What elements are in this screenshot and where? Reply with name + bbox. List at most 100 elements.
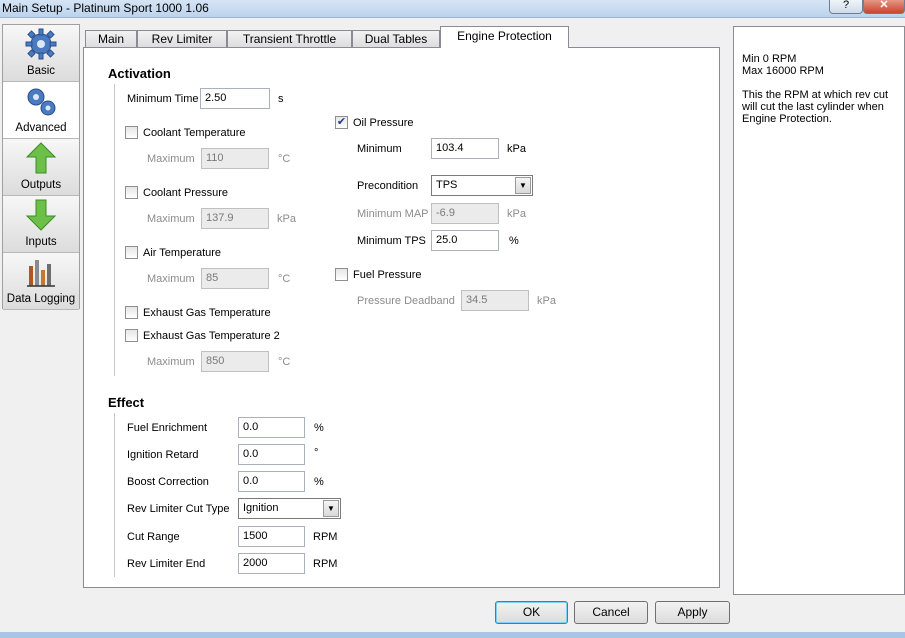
sidebar-item-label: Outputs (20, 179, 62, 191)
cut-range-input[interactable]: 1500 (238, 526, 305, 547)
deadband-unit: kPa (537, 295, 556, 307)
sidebar: Basic Advanced Outputs Inputs Data Loggi… (2, 24, 80, 310)
deadband-label: Pressure Deadband (357, 295, 455, 307)
data-logging-icon (27, 260, 55, 287)
sidebar-item-inputs[interactable]: Inputs (3, 196, 79, 253)
egt2-max-input[interactable]: 850 (201, 351, 269, 372)
fuel-enrichment-label: Fuel Enrichment (127, 422, 208, 434)
egt2-label: Exhaust Gas Temperature 2 (143, 330, 280, 342)
min-time-label: Minimum Time (127, 93, 199, 105)
min-tps-label: Minimum TPS (357, 235, 426, 247)
min-time-input[interactable]: 2.50 (200, 88, 270, 109)
coolant-temp-max-label: Maximum (147, 153, 195, 165)
rev-limiter-end-unit: RPM (313, 558, 338, 570)
info-description: This the RPM at which rev cut will cut t… (742, 89, 889, 125)
precondition-select[interactable]: TPS ▼ (431, 175, 533, 196)
fuel-enrichment-unit: % (314, 422, 324, 434)
coolant-pressure-max-input[interactable]: 137.9 (201, 208, 269, 229)
sidebar-item-advanced[interactable]: Advanced (3, 82, 79, 139)
fuel-pressure-label: Fuel Pressure (353, 269, 422, 281)
precondition-label: Precondition (357, 180, 419, 192)
oil-pressure-checkbox[interactable]: ✔ (335, 116, 348, 129)
info-panel: Min 0 RPM Max 16000 RPM This the RPM at … (733, 26, 905, 595)
sidebar-item-outputs[interactable]: Outputs (3, 139, 79, 196)
boost-correction-label: Boost Correction (127, 476, 209, 488)
cut-type-value: Ignition (243, 502, 279, 514)
sidebar-item-label: Advanced (15, 122, 67, 134)
cut-range-unit: RPM (313, 531, 338, 543)
min-map-unit: kPa (507, 208, 526, 220)
deadband-input[interactable]: 34.5 (461, 290, 529, 311)
window-title: Main Setup - Platinum Sport 1000 1.06 (2, 1, 209, 15)
coolant-temp-max-input[interactable]: 110 (201, 148, 269, 169)
info-range: Min 0 RPM Max 16000 RPM (742, 53, 824, 77)
fuel-enrichment-input[interactable]: 0.0 (238, 417, 305, 438)
boost-correction-unit: % (314, 476, 324, 488)
coolant-pressure-checkbox[interactable] (125, 186, 138, 199)
sidebar-item-label: Basic (26, 65, 56, 77)
tab-engine-protection[interactable]: Engine Protection (440, 26, 569, 48)
tab-dual-tables[interactable]: Dual Tables (352, 30, 440, 48)
cancel-button[interactable]: Cancel (574, 601, 648, 624)
air-temp-max-input[interactable]: 85 (201, 268, 269, 289)
egt-label: Exhaust Gas Temperature (143, 307, 271, 319)
window-bottom-border (0, 632, 905, 638)
ignition-retard-input[interactable]: 0.0 (238, 444, 305, 465)
ok-button[interactable]: OK (495, 601, 568, 624)
rev-limiter-end-label: Rev Limiter End (127, 558, 206, 570)
coolant-pressure-max-label: Maximum (147, 213, 195, 225)
gears-icon (27, 88, 56, 116)
air-temp-label: Air Temperature (143, 247, 222, 259)
air-temp-checkbox[interactable] (125, 246, 138, 259)
min-map-label: Minimum MAP (357, 208, 429, 220)
rev-limiter-end-input[interactable]: 2000 (238, 553, 305, 574)
coolant-temp-unit: °C (278, 153, 291, 165)
egt2-checkbox[interactable] (125, 329, 138, 342)
cut-range-label: Cut Range (127, 531, 180, 543)
tab-main[interactable]: Main (85, 30, 137, 48)
sidebar-item-basic[interactable]: Basic (3, 25, 79, 82)
sidebar-item-label: Data Logging (6, 293, 76, 305)
close-button[interactable]: ✕ (863, 0, 905, 14)
apply-button[interactable]: Apply (655, 601, 730, 624)
oil-min-input[interactable]: 103.4 (431, 138, 499, 159)
tab-rev-limiter[interactable]: Rev Limiter (137, 30, 227, 48)
cut-type-label: Rev Limiter Cut Type (127, 503, 230, 515)
ignition-retard-unit: ° (314, 447, 319, 459)
activation-divider (114, 84, 115, 376)
min-tps-unit: % (509, 235, 519, 247)
precondition-value: TPS (436, 179, 458, 191)
chevron-down-icon[interactable]: ▼ (515, 177, 531, 194)
activation-heading: Activation (108, 66, 171, 81)
boost-correction-input[interactable]: 0.0 (238, 471, 305, 492)
air-temp-unit: °C (278, 273, 291, 285)
egt-checkbox[interactable] (125, 306, 138, 319)
oil-min-label: Minimum (357, 143, 402, 155)
arrow-up-icon (25, 142, 57, 174)
fuel-pressure-checkbox[interactable] (335, 268, 348, 281)
effect-divider (114, 413, 115, 577)
effect-heading: Effect (108, 395, 145, 410)
title-bar: Main Setup - Platinum Sport 1000 1.06 ? … (0, 0, 905, 18)
oil-min-unit: kPa (507, 143, 526, 155)
cut-type-select[interactable]: Ignition ▼ (238, 498, 341, 519)
coolant-temp-label: Coolant Temperature (143, 127, 246, 139)
arrow-down-icon (25, 199, 57, 231)
egt2-unit: °C (278, 356, 291, 368)
min-time-unit: s (278, 93, 284, 105)
help-button[interactable]: ? (829, 0, 863, 14)
egt2-max-label: Maximum (147, 356, 195, 368)
coolant-pressure-unit: kPa (277, 213, 296, 225)
ignition-retard-label: Ignition Retard (127, 449, 199, 461)
tab-transient-throttle[interactable]: Transient Throttle (227, 30, 352, 48)
coolant-pressure-label: Coolant Pressure (143, 187, 228, 199)
min-tps-input[interactable]: 25.0 (431, 230, 499, 251)
sidebar-item-data-logging[interactable]: Data Logging (3, 253, 79, 310)
gear-icon (25, 28, 57, 60)
coolant-temp-checkbox[interactable] (125, 126, 138, 139)
oil-pressure-label: Oil Pressure (353, 117, 414, 129)
air-temp-max-label: Maximum (147, 273, 195, 285)
min-map-input[interactable]: -6.9 (431, 203, 499, 224)
sidebar-item-label: Inputs (25, 236, 57, 248)
chevron-down-icon[interactable]: ▼ (323, 500, 339, 517)
